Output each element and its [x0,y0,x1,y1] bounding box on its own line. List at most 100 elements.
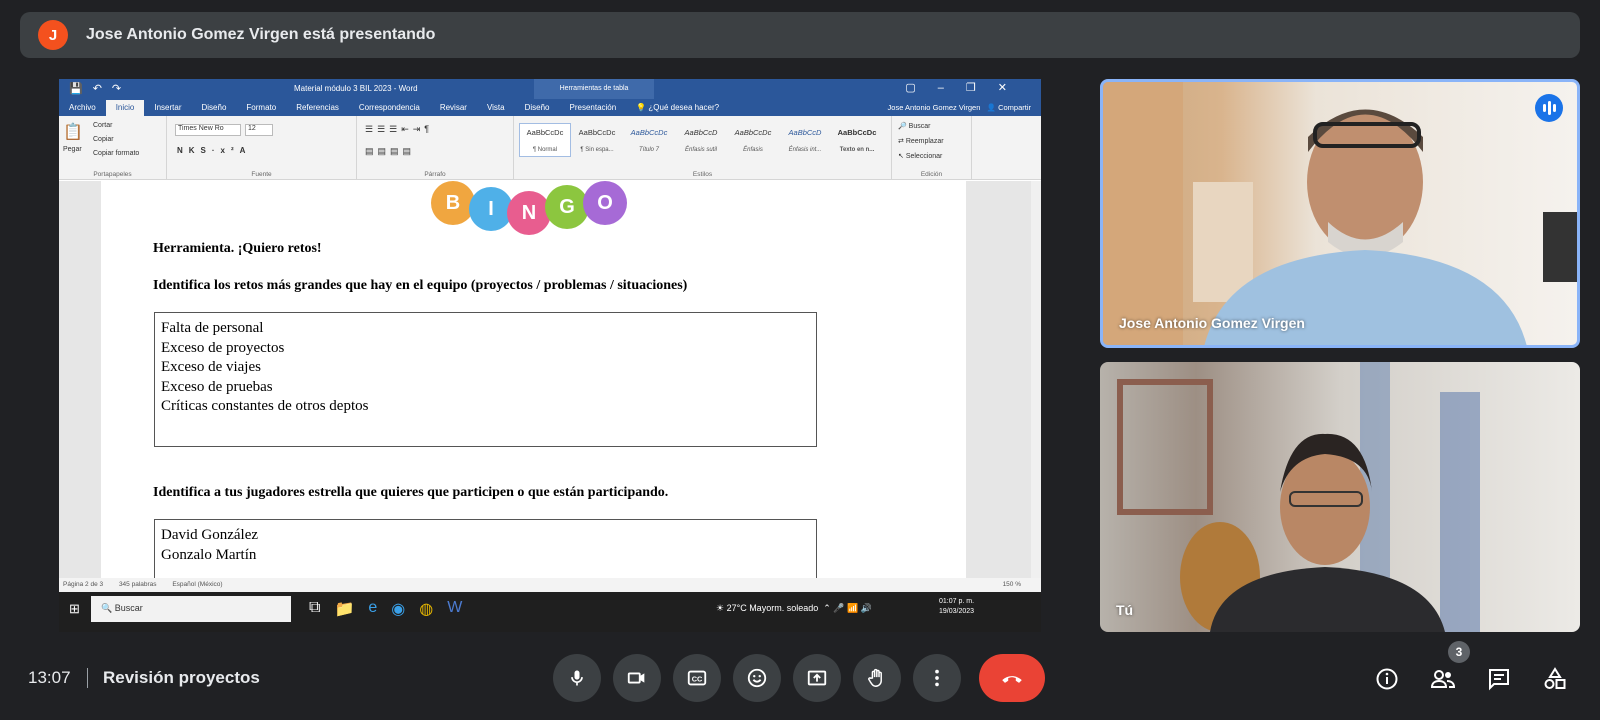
more-options-button[interactable] [913,654,961,702]
style-titulo-7: AaBbCcDc Título 7 [623,123,675,157]
participant-tile[interactable]: Jose Antonio Gomez Virgen [1100,79,1580,348]
paste-label: Pegar [63,146,82,153]
tab-revisar: Revisar [439,103,467,112]
style-normal: AaBbCcDc ¶ Normal [519,123,571,157]
quick-access-toolbar: 💾↶↷ [69,83,132,95]
microphone-button[interactable] [553,654,601,702]
style-name: Énfasis int... [788,147,822,153]
doc-heading-jugadores: Identifica a tus jugadores estrella que … [153,485,669,500]
bingo-image: B I N G O [431,181,627,235]
tell-me: 💡 ¿Qué desea hacer? [636,103,720,112]
microphone-icon [571,670,583,686]
doc-heading-retos: Identifica los retos más grandes que hay… [153,278,688,293]
people-icon [1430,670,1456,688]
clipboard-group: 📋 Pegar Cortar Copiar Copiar formato Por… [59,116,167,180]
paste-icon: 📋 [63,124,83,141]
task-view-icon: ⧉ [309,599,321,616]
tab-vista: Vista [486,103,505,112]
meeting-details-button[interactable] [1372,664,1402,694]
page-count: Página 2 de 3 [63,581,104,588]
ie-icon: e [368,599,378,616]
window-controls: ▢–❐✕ [905,82,1029,94]
tell-me-text: ¿Qué desea hacer? [648,103,720,112]
style-sample: AaBbCcD [684,128,718,137]
word-statusbar: Página 2 de 3 345 palabras Español (Méxi… [59,578,1041,592]
find-label: 🔎 Buscar [898,123,931,130]
editing-caption: Edición [920,171,943,178]
replace-text: Reemplazar [905,138,944,145]
retos-box[interactable]: Falta de personal Exceso de proyectos Ex… [154,312,817,447]
leave-call-button[interactable] [979,654,1045,702]
divider [87,668,88,688]
replace-label: ⇄ Reemplazar [898,138,944,145]
bingo-ball: B [431,181,475,225]
style-sample: AaBbCcDc [526,128,564,137]
participant-name-self: Tú [1116,602,1134,618]
file-explorer-icon: 📁 [334,601,355,618]
document-page: B I N G O Herramienta. ¡Quiero retos! Id… [101,181,966,578]
svg-text:CC: CC [692,675,703,684]
participant-name: Jose Antonio Gomez Virgen [1119,315,1305,331]
style-name: Texto en n... [839,147,875,153]
tab-inicio: Inicio [105,100,145,116]
camera-button[interactable] [613,654,661,702]
presenter-avatar: J [38,20,68,50]
list-item: Críticas constantes de otros deptos [161,398,369,414]
style-name: ¶ Normal [532,147,558,153]
raise-hand-button[interactable] [853,654,901,702]
taskbar-apps: ⧉ 📁 e ◉ ◍ W [309,599,462,619]
style-sample: AaBbCcDc [734,128,772,137]
hand-icon [868,668,882,687]
style-name: Énfasis [743,147,763,153]
word-titlebar: 💾↶↷ Material módulo 3 BIL 2023 - Word He… [59,79,1041,99]
vertical-scrollbar[interactable] [1031,181,1041,578]
chat-button[interactable] [1484,664,1514,694]
presenter-banner: J Jose Antonio Gomez Virgen está present… [20,12,1580,58]
styles-gallery: AaBbCcDc ¶ Normal AaBbCcDc ¶ Sin espa... A… [519,123,883,157]
captions-button[interactable]: CC [673,654,721,702]
captions-icon: CC [687,670,707,686]
reactions-button[interactable] [733,654,781,702]
style-sample: AaBbCcD [788,128,822,137]
taskbar-search-text: Buscar [114,603,143,613]
style-name: Título 7 [638,147,659,153]
list-item: Exceso de proyectos [161,339,285,356]
styles-caption: Estilos [692,171,713,178]
copy-label: Copiar [93,136,114,143]
activities-button[interactable] [1540,664,1570,694]
list-item: Falta de personal [161,320,264,336]
table-tools-tab: Herramientas de tabla [534,79,654,99]
zoom-level: 150 % [1002,581,1021,588]
document-area: B I N G O Herramienta. ¡Quiero retos! Id… [59,181,1041,578]
word-title: Material módulo 3 BIL 2023 - Word [294,84,418,93]
list-item: Exceso de viajes [161,359,261,375]
style-sin-espaciado: AaBbCcDc ¶ Sin espa... [571,123,623,157]
self-video [1117,362,1480,632]
word-icon: W [447,599,463,616]
find-text: Buscar [908,123,931,130]
taskbar-time: 01:07 p. m. [939,598,975,605]
font-caption: Fuente [251,171,272,178]
speaking-indicator [1535,94,1563,122]
select-label: ↖ Seleccionar [898,153,943,160]
info-icon [1376,668,1398,690]
tab-presentacion: Presentación [569,103,617,112]
bingo-ball: N [507,191,551,235]
tab-insertar: Insertar [154,103,182,112]
windows-taskbar: ⊞ 🔍 Buscar ⧉ 📁 e ◉ ◍ W ☀ 27°C Mayorm. so… [59,592,1041,632]
style-sample: AaBbCcDc [578,128,616,137]
windows-start-icon: ⊞ [69,601,80,616]
chat-icon [1489,669,1509,691]
style-texto-en-negrita: AaBbCcDc Texto en n... [831,123,883,157]
jugadores-box[interactable]: David González Gonzalo Martín [154,519,817,578]
style-enfasis-sutil: AaBbCcD Énfasis sutil [675,123,727,157]
bingo-ball: O [583,181,627,225]
list-buttons: ☰☰☰⇤⇥¶ [365,124,434,134]
word-user: Jose Antonio Gomez Virgen 👤 Compartir [887,103,1031,112]
taskbar-date: 19/03/2023 [939,608,975,615]
font-group: Times New Ro 12 NKS·x²A Fuente [167,116,357,180]
participant-tile-self[interactable]: Tú [1100,362,1580,632]
present-button[interactable] [793,654,841,702]
people-button[interactable] [1428,664,1458,694]
clipboard-caption: Portapapeles [93,171,132,178]
